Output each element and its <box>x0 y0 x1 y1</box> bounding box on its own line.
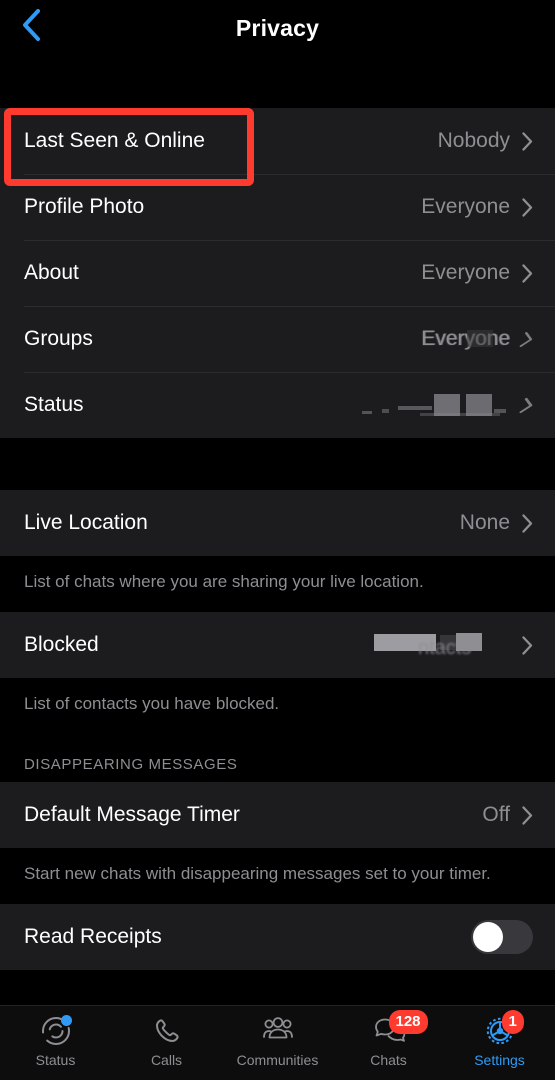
tab-calls[interactable]: Calls <box>111 1013 222 1068</box>
phone-icon <box>147 1013 187 1049</box>
row-label: Groups <box>24 327 93 350</box>
footer-disappearing-messages: Start new chats with disappearing messag… <box>0 848 555 904</box>
read-receipts-toggle[interactable] <box>471 920 533 954</box>
toggle-knob <box>473 922 503 952</box>
chats-badge: 128 <box>388 1010 428 1034</box>
settings-scroll-area[interactable]: Last Seen & Online Nobody Profile Photo … <box>0 56 555 1005</box>
row-last-seen-and-online[interactable]: Last Seen & Online Nobody <box>0 108 555 174</box>
row-blocked[interactable]: Blocked ntacts <box>0 612 555 678</box>
communities-icon <box>258 1013 298 1049</box>
row-label: Status <box>24 393 84 416</box>
section-blocked: Blocked ntacts <box>0 612 555 678</box>
row-label: Profile Photo <box>24 195 145 218</box>
chevron-right-icon <box>519 331 536 347</box>
row-value: Everyone <box>421 195 510 218</box>
section-visibility: Last Seen & Online Nobody Profile Photo … <box>0 108 555 438</box>
row-value-corrupted: ntacts <box>370 631 510 659</box>
chevron-right-icon <box>522 197 533 217</box>
row-default-message-timer[interactable]: Default Message Timer Off <box>0 782 555 848</box>
chevron-right-icon <box>522 805 533 825</box>
chevron-right-icon <box>522 513 533 533</box>
tab-label: Status <box>35 1052 76 1068</box>
row-value: ntacts <box>418 637 472 659</box>
row-value: Everyone <box>421 327 510 350</box>
tab-communities[interactable]: Communities <box>222 1013 333 1068</box>
page-title: Privacy <box>235 14 320 41</box>
row-read-receipts[interactable]: Read Receipts <box>0 904 555 970</box>
section-read-receipts: Read Receipts <box>0 904 555 970</box>
section-disappearing-messages: Default Message Timer Off <box>0 782 555 848</box>
row-label: Default Message Timer <box>24 803 240 826</box>
row-value-corrupted <box>360 392 510 418</box>
footer-live-location: List of chats where you are sharing your… <box>0 556 555 612</box>
row-value: Off <box>482 803 510 826</box>
row-value: Nobody <box>437 129 510 152</box>
row-value: Everyone <box>421 261 510 284</box>
gear-icon: 1 <box>480 1010 524 1049</box>
status-unread-dot <box>60 1015 72 1026</box>
row-about[interactable]: About Everyone <box>0 240 555 306</box>
tab-label: Communities <box>236 1052 319 1068</box>
row-label: Last Seen & Online <box>24 129 205 152</box>
tab-status[interactable]: Status <box>0 1013 111 1068</box>
chevron-left-icon <box>21 8 41 47</box>
section-gap <box>0 56 555 108</box>
privacy-settings-screen: Privacy Last Seen & Online Nobody Profil… <box>0 0 555 1080</box>
row-profile-photo[interactable]: Profile Photo Everyone <box>0 174 555 240</box>
bottom-tab-bar: Status Calls Communities 128 Chats 1 Set… <box>0 1005 555 1080</box>
chevron-right-icon <box>522 131 533 151</box>
row-label: Blocked <box>24 633 99 656</box>
status-ring-icon <box>36 1013 76 1049</box>
row-groups[interactable]: Groups Everyone <box>0 306 555 372</box>
navigation-bar: Privacy <box>0 0 555 56</box>
footer-blocked: List of contacts you have blocked. <box>0 678 555 734</box>
section-header-disappearing-messages: DISAPPEARING MESSAGES <box>0 734 555 782</box>
settings-badge: 1 <box>501 1010 524 1034</box>
row-status[interactable]: Status <box>0 372 555 438</box>
tab-chats[interactable]: 128 Chats <box>333 1010 444 1068</box>
chevron-right-icon <box>519 397 536 413</box>
row-label: About <box>24 261 79 284</box>
section-live-location: Live Location None <box>0 490 555 556</box>
section-gap <box>0 438 555 490</box>
tab-label: Chats <box>370 1052 407 1068</box>
row-label: Read Receipts <box>24 925 162 948</box>
tab-label: Settings <box>474 1052 525 1068</box>
tab-label: Calls <box>150 1052 183 1068</box>
row-live-location[interactable]: Live Location None <box>0 490 555 556</box>
back-button[interactable] <box>10 6 52 48</box>
row-label: Live Location <box>24 511 148 534</box>
row-value: None <box>459 511 510 534</box>
chevron-right-icon <box>522 263 533 283</box>
chat-bubbles-icon: 128 <box>369 1010 428 1049</box>
tab-settings[interactable]: 1 Settings <box>444 1010 555 1068</box>
chevron-right-icon <box>522 635 533 655</box>
